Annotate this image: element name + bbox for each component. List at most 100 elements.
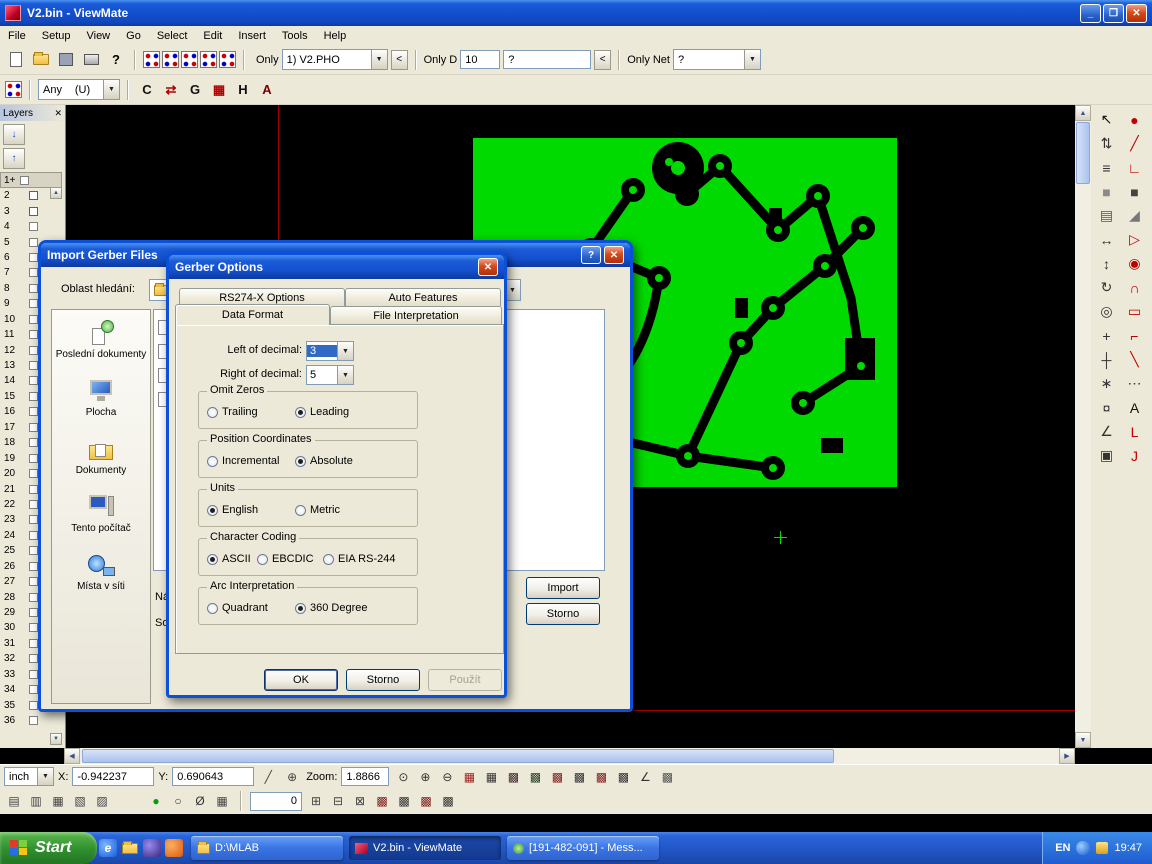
measure-icon[interactable]: ∠ xyxy=(1093,420,1120,443)
place-network[interactable]: Místa v síti xyxy=(52,542,150,600)
magnify-icon[interactable]: ⊙ xyxy=(393,767,413,787)
layer-up-button[interactable]: ↑ xyxy=(3,148,25,169)
scroll-down-icon[interactable]: ▼ xyxy=(50,733,62,745)
layer-row-3[interactable]: 3 xyxy=(0,203,65,218)
dots-icon[interactable]: ⋯ xyxy=(1121,372,1148,395)
active-layer-swatch[interactable] xyxy=(20,176,29,185)
film-d-icon[interactable]: ▩ xyxy=(569,767,589,787)
chevron-down-icon[interactable]: ▼ xyxy=(744,50,760,69)
vertical-scrollbar[interactable]: ▲ ▼ xyxy=(1075,105,1091,748)
ok-button[interactable]: OK xyxy=(264,669,338,691)
close-icon[interactable]: ✕ xyxy=(478,258,498,276)
y-coordinate-field[interactable]: 0.690643 xyxy=(172,767,254,786)
tab-auto-features[interactable]: Auto Features xyxy=(345,288,501,306)
triangle-icon[interactable]: ▷ xyxy=(1121,228,1148,251)
layer-down-button[interactable]: ↓ xyxy=(3,124,25,145)
new-file-icon[interactable] xyxy=(5,49,27,71)
list-icon[interactable]: ≡ xyxy=(1093,156,1120,179)
maximize-button[interactable]: ❐ xyxy=(1103,4,1124,23)
firefox-quicklaunch-icon[interactable] xyxy=(165,839,183,857)
layer-swatch[interactable] xyxy=(29,577,38,586)
dcode-count-field[interactable]: 0 xyxy=(250,792,302,811)
layer-swatch[interactable] xyxy=(29,268,38,277)
chamfer-icon[interactable]: ◢ xyxy=(1121,204,1148,227)
film-f-icon[interactable]: ▩ xyxy=(613,767,633,787)
film-table-icon[interactable] xyxy=(200,51,217,68)
horizontal-scroll-thumb[interactable] xyxy=(82,749,834,763)
anchor-left-icon[interactable]: ⊟ xyxy=(328,791,348,811)
letter-l-icon[interactable]: L xyxy=(1121,420,1148,443)
film-a-icon[interactable]: ▩ xyxy=(503,767,523,787)
menu-file[interactable]: File xyxy=(0,28,34,44)
chevron-down-icon[interactable]: ▼ xyxy=(37,768,53,785)
place-documents[interactable]: Dokumenty xyxy=(52,426,150,484)
gerber-cancel-button[interactable]: Storno xyxy=(346,669,420,691)
eclipse-quicklaunch-icon[interactable] xyxy=(143,839,161,857)
net-combo[interactable]: ? ▼ xyxy=(673,49,761,70)
print-icon[interactable] xyxy=(80,49,102,71)
film-i-icon[interactable]: ▩ xyxy=(394,791,414,811)
film-h-icon[interactable]: ▩ xyxy=(372,791,392,811)
align-icon[interactable]: ▤ xyxy=(1093,204,1120,227)
chevron-down-icon[interactable]: ▼ xyxy=(337,366,353,384)
menu-view[interactable]: View xyxy=(78,28,118,44)
layer-swatch[interactable] xyxy=(29,500,38,509)
layer-swatch[interactable] xyxy=(29,330,38,339)
mirror-v-icon[interactable]: ↕ xyxy=(1093,252,1120,275)
layer-swatch[interactable] xyxy=(29,531,38,540)
zoom-out-icon[interactable]: ⊖ xyxy=(437,767,457,787)
scroll-down-icon[interactable]: ▼ xyxy=(1075,732,1091,748)
a-tool-icon[interactable]: A xyxy=(256,79,278,101)
close-icon[interactable]: ✕ xyxy=(604,246,624,264)
swap-tool-icon[interactable]: ⇄ xyxy=(160,79,182,101)
absolute-radio[interactable]: Absolute xyxy=(295,455,353,467)
layer-swatch[interactable] xyxy=(29,623,38,632)
layer-table-icon[interactable] xyxy=(181,51,198,68)
incremental-radio[interactable]: Incremental xyxy=(207,455,279,467)
layers-panel-titlebar[interactable]: Layers ✕ xyxy=(0,105,65,121)
import-cancel-button[interactable]: Storno xyxy=(526,603,600,625)
layer-swatch[interactable] xyxy=(29,207,38,216)
move-icon[interactable]: + xyxy=(1093,324,1120,347)
folder-quicklaunch-icon[interactable] xyxy=(121,839,139,857)
layer-swatch[interactable] xyxy=(29,222,38,231)
highlight-dot-icon[interactable]: ● xyxy=(146,791,166,811)
rotate-icon[interactable]: ↻ xyxy=(1093,276,1120,299)
film-k-icon[interactable]: ▩ xyxy=(438,791,458,811)
horizontal-scrollbar[interactable]: ◀ ▶ xyxy=(64,748,1075,764)
leading-radio[interactable]: Leading xyxy=(295,406,349,418)
scroll-up-icon[interactable]: ▲ xyxy=(50,187,62,199)
menu-go[interactable]: Go xyxy=(118,28,149,44)
g-tool-icon[interactable]: G xyxy=(184,79,206,101)
layer-swatch[interactable] xyxy=(29,546,38,555)
sel-c-icon[interactable]: ▦ xyxy=(48,791,68,811)
filled-square-icon[interactable]: ■ xyxy=(1121,180,1148,203)
layer-swatch[interactable] xyxy=(29,238,38,247)
film-e-icon[interactable]: ▩ xyxy=(591,767,611,787)
network-tray-icon[interactable] xyxy=(1076,841,1090,855)
layer-swatch[interactable] xyxy=(29,701,38,710)
gear-icon[interactable]: ∗ xyxy=(1093,372,1120,395)
layer-swatch[interactable] xyxy=(29,392,38,401)
snap-icon[interactable]: ¤ xyxy=(1093,396,1120,419)
gerber-dialog-titlebar[interactable]: Gerber Options ✕ xyxy=(169,255,504,279)
corner-icon[interactable]: ∟ xyxy=(1121,156,1148,179)
task-messenger[interactable]: [191-482-091] - Mess... xyxy=(507,836,659,860)
right-decimal-combo[interactable]: 5 ▼ xyxy=(306,365,354,385)
import-button[interactable]: Import xyxy=(526,577,600,599)
menu-tools[interactable]: Tools xyxy=(274,28,316,44)
task-mlab-folder[interactable]: D:\MLAB xyxy=(191,836,343,860)
layer-swatch[interactable] xyxy=(29,407,38,416)
layer-swatch[interactable] xyxy=(29,191,38,200)
layer-swatch[interactable] xyxy=(29,469,38,478)
unit-combo[interactable]: inch ▼ xyxy=(4,767,54,786)
table-red-icon[interactable]: ▦ xyxy=(459,767,479,787)
layers-close-icon[interactable]: ✕ xyxy=(54,108,62,119)
place-recent-documents[interactable]: Poslední dokumenty xyxy=(52,310,150,368)
ascii-radio[interactable]: ASCII xyxy=(207,553,251,565)
scroll-left-icon[interactable]: ◀ xyxy=(64,748,80,764)
diagonal-measure-icon[interactable]: ╱ xyxy=(258,767,278,787)
reorder-icon[interactable]: ⇅ xyxy=(1093,132,1120,155)
origin-target-icon[interactable]: ⊕ xyxy=(282,767,302,787)
layer-swatch[interactable] xyxy=(29,654,38,663)
